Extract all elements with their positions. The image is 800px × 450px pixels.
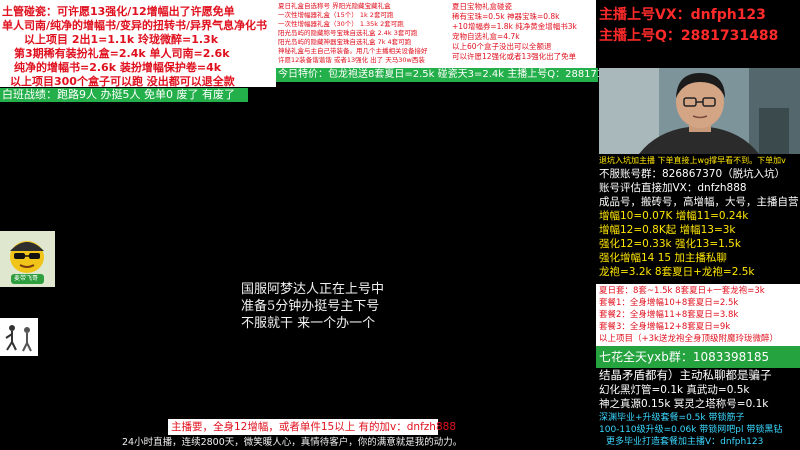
streamer-qq: 主播上号Q：2881731488 — [599, 28, 779, 44]
promo-line: +10增幅券=1.8k 纯净黄金增幅书3k — [452, 22, 577, 31]
promo-line: 宠物自选礼盒=4.7k — [452, 32, 520, 41]
group-banner: 七花全天yxb群：1083398185 — [596, 346, 800, 368]
streamer-contact: 主播上号VX：dnfph123 主播上号Q：2881731488 — [596, 0, 800, 44]
webcam-feed — [599, 68, 800, 154]
price-line: 强化增幅14 15 加主播私聊 — [599, 252, 727, 264]
webcam-image — [599, 68, 800, 154]
promo-line: 以上60个盒子没出可以全额退 — [452, 42, 552, 51]
bottom-banner-slogan: 24小时直播，连续2800天，微笑暖人心，真情待客户，你的满意就是我的动力。 — [122, 437, 500, 450]
promo-line: 一次性增幅器礼盒（30个） 1.35k 2套可跑 — [278, 20, 404, 28]
info-line: 成品号，搬砖号，高增幅，大号，主播自营 — [599, 196, 799, 208]
figure-icon — [0, 318, 38, 356]
promo-line: 神秘礼盒与主自己带装备。用几个主播相关设备接好 — [278, 47, 428, 55]
upgrade-line: 深渊毕业+升级套餐=0.5k 带锁筋子 — [599, 413, 745, 423]
promo-line: 许愿12装备谐谐谐 或者13强化 出了 天马30w西装 — [278, 56, 425, 64]
info-line: 账号评估直接加VX：dnfzh888 — [599, 182, 747, 194]
upgrade-line: 更多毕业打造套餐加主播V：dnfph123 — [606, 437, 764, 447]
scam-warning: 结晶矛盾都有）主动私聊都是骗子 — [599, 368, 772, 382]
squad-record-strip: 白班战绩：跑路9人 办挺5人 免单0 废了 有废了 — [0, 88, 248, 102]
package-line: 套餐2：全身增幅11+8套夏日=3.8k — [599, 310, 739, 320]
promo-panel-mid-1: 夏日礼盒自选称号 界阳光隐藏宝藏礼盒 一次性增幅器礼盒（15个） 1k 2套可跑… — [276, 0, 450, 68]
center-status-line: 国服阿梦达人正在上号中 — [241, 282, 385, 297]
price-line: 强化12=0.33k 强化13=1.5k — [599, 238, 741, 250]
promo-panel-left: 土管碰瓷：可许愿13强化/12增幅出了许愿免单 单人司南/纯净的增幅书/变异的扭… — [0, 0, 276, 88]
package-line: 以上项目（+3k送龙袍全身顶级附魔玲珑微醉） — [599, 334, 778, 344]
mascot-avatar: 麦带飞哥 — [0, 231, 55, 287]
promo-line: 可以许愿12强化或者13强化出了免单 — [452, 52, 577, 61]
mascot-badge: 麦带飞哥 — [14, 275, 39, 282]
recruit-text: 主播要，全身12增幅，或者单件15以上 有的加v：dnfzh888 — [171, 421, 456, 433]
center-status-line: 准备5分钟办挺号主下号 — [241, 299, 380, 314]
promo-line: 阳光岛屿的隐藏神器宝珠自选礼盒 7k 4套可跑 — [278, 38, 412, 46]
promo-line: 夏日宝物礼盒碰瓷 — [452, 2, 512, 11]
slogan-text: 24小时直播，连续2800天，微笑暖人心，真情待客户，你的满意就是我的动力。 — [122, 437, 463, 448]
price-line: 增幅10=0.07K 增幅11=0.24k — [599, 210, 749, 222]
promo-line: 稀有宝珠=0.5k 神器宝珠=0.8k — [452, 12, 560, 21]
package-panel: 夏日套：8套~1.5k 8套夏日+一套龙袍=3k 套餐1：全身增幅10+8套夏日… — [596, 284, 800, 346]
promo-panel-mid-2: 夏日宝物礼盒碰瓷 稀有宝珠=0.5k 神器宝珠=0.8k +10增幅券=1.8k… — [450, 0, 596, 68]
price-line: 增幅12=0.8K起 增幅13=3k — [599, 224, 736, 236]
info-line: 不服账号群：826867370（脱坑入坑） — [599, 168, 786, 180]
promo-line: 以上项目300个盒子可以跑 没出都可以退全款 — [10, 75, 235, 88]
item-price-panel: 结晶矛盾都有）主动私聊都是骗子 幻化黑灯管=0.1k 真武动=0.5k 神之真源… — [596, 368, 800, 450]
special-price-strip: 今日特价：包龙袍送8套夏日=2.5k 碰瓷天3=2.4k 主播上号Q：28817… — [276, 68, 629, 82]
group-number: 七花全天yxb群：1083398185 — [599, 350, 770, 364]
account-info-panel: 退坑入坑加主播 下单直接上wg撑早看不到。下单加v 不服账号群：82686737… — [596, 154, 800, 284]
package-line: 套餐3：全身增幅12+8套夏日=9k — [599, 322, 731, 332]
package-line: 夏日套：8套~1.5k 8套夏日+一套龙袍=3k — [599, 286, 765, 296]
promo-line: 阳光岛屿的隐藏称号宝珠自选礼盒 2.4k 3套可跑 — [278, 29, 418, 37]
item-price-line: 幻化黑灯管=0.1k 真武动=0.5k — [599, 384, 750, 396]
package-line: 套餐1：全身增幅10+8套夏日=2.5k — [599, 298, 739, 308]
promo-line: 夏日礼盒自选称号 界阳光隐藏宝藏礼盒 — [278, 2, 391, 10]
bottom-banner-recruit: 主播要，全身12增幅，或者单件15以上 有的加v：dnfzh888 — [168, 419, 456, 435]
center-status-line: 不服就干 来一个办一个 — [241, 316, 376, 331]
pit-banner: 退坑入坑加主播 下单直接上wg撑早看不到。下单加v — [599, 156, 786, 165]
upgrade-line: 100-110级升级=0.06k 带锁网吧pl 带锁黑钻 — [599, 425, 783, 435]
streamer-vx: 主播上号VX：dnfph123 — [599, 7, 766, 23]
price-line: 龙袍=3.2k 8套夏日+龙袍=2.5k — [599, 266, 755, 278]
promo-line: 一次性增幅器礼盒（15个） 1k 2套可跑 — [278, 11, 394, 19]
figure-thumbnail — [0, 318, 38, 356]
item-price-line: 神之真源0.15k 冥灵之塔称号=0.1k — [599, 398, 769, 410]
